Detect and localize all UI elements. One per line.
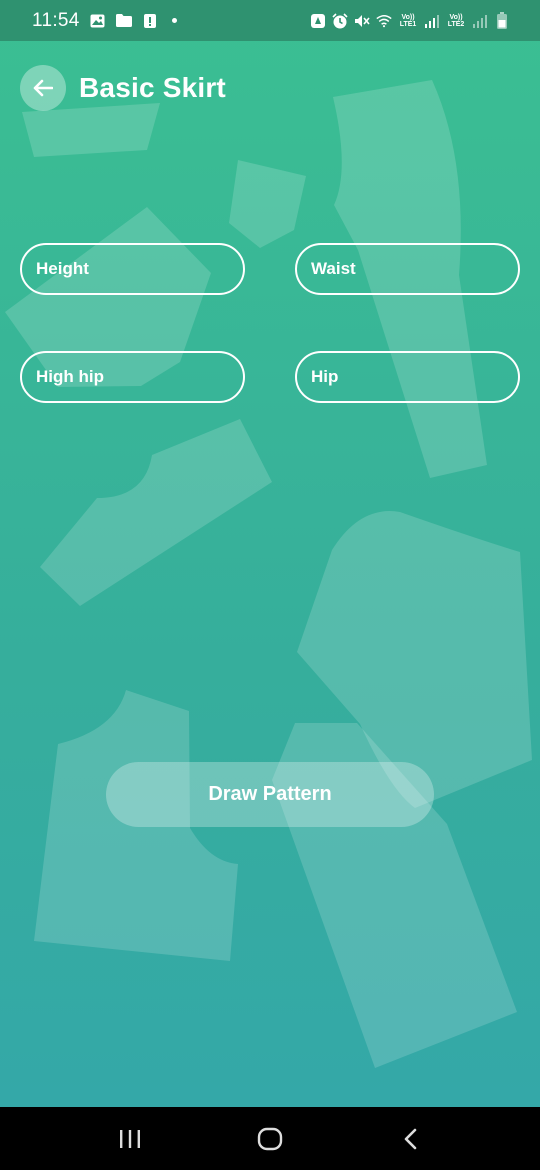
battery-saver-icon (310, 13, 326, 29)
waist-input[interactable] (295, 243, 520, 295)
alarm-icon (332, 12, 348, 29)
recent-apps-icon (118, 1128, 142, 1150)
wifi-icon (376, 13, 392, 29)
nav-back-button[interactable] (380, 1114, 440, 1164)
back-button[interactable] (20, 65, 66, 111)
lte1-label: Vo)) LTE1 (399, 13, 417, 28)
app-screen: 11:54 Vo)) LTE1 Vo)) LTE2 Basic Skirt He… (0, 0, 540, 1107)
hip-input[interactable] (295, 351, 520, 403)
folder-icon (115, 13, 132, 29)
recent-apps-button[interactable] (100, 1114, 160, 1164)
draw-pattern-button[interactable]: Draw Pattern (106, 762, 434, 827)
page-title: Basic Skirt (79, 72, 226, 103)
signal-icon (424, 13, 440, 29)
gallery-icon (90, 13, 106, 29)
background-pattern-pieces (5, 80, 532, 1068)
alert-icon (142, 13, 158, 29)
battery-icon (494, 12, 510, 29)
signal-icon (472, 13, 488, 29)
high-hip-input[interactable] (20, 351, 245, 403)
app-bar: Basic Skirt (20, 65, 226, 111)
arrow-left-icon (33, 79, 53, 97)
home-button[interactable] (240, 1114, 300, 1164)
mute-icon (354, 13, 370, 29)
status-time: 11:54 (32, 9, 80, 31)
lte2-label: Vo)) LTE2 (447, 13, 465, 28)
notification-dot (171, 18, 177, 23)
height-input[interactable] (20, 243, 245, 295)
status-bar: 11:54 Vo)) LTE1 Vo)) LTE2 (0, 0, 540, 41)
home-icon (257, 1127, 283, 1151)
system-nav-bar (0, 1107, 540, 1170)
back-icon (402, 1128, 418, 1150)
